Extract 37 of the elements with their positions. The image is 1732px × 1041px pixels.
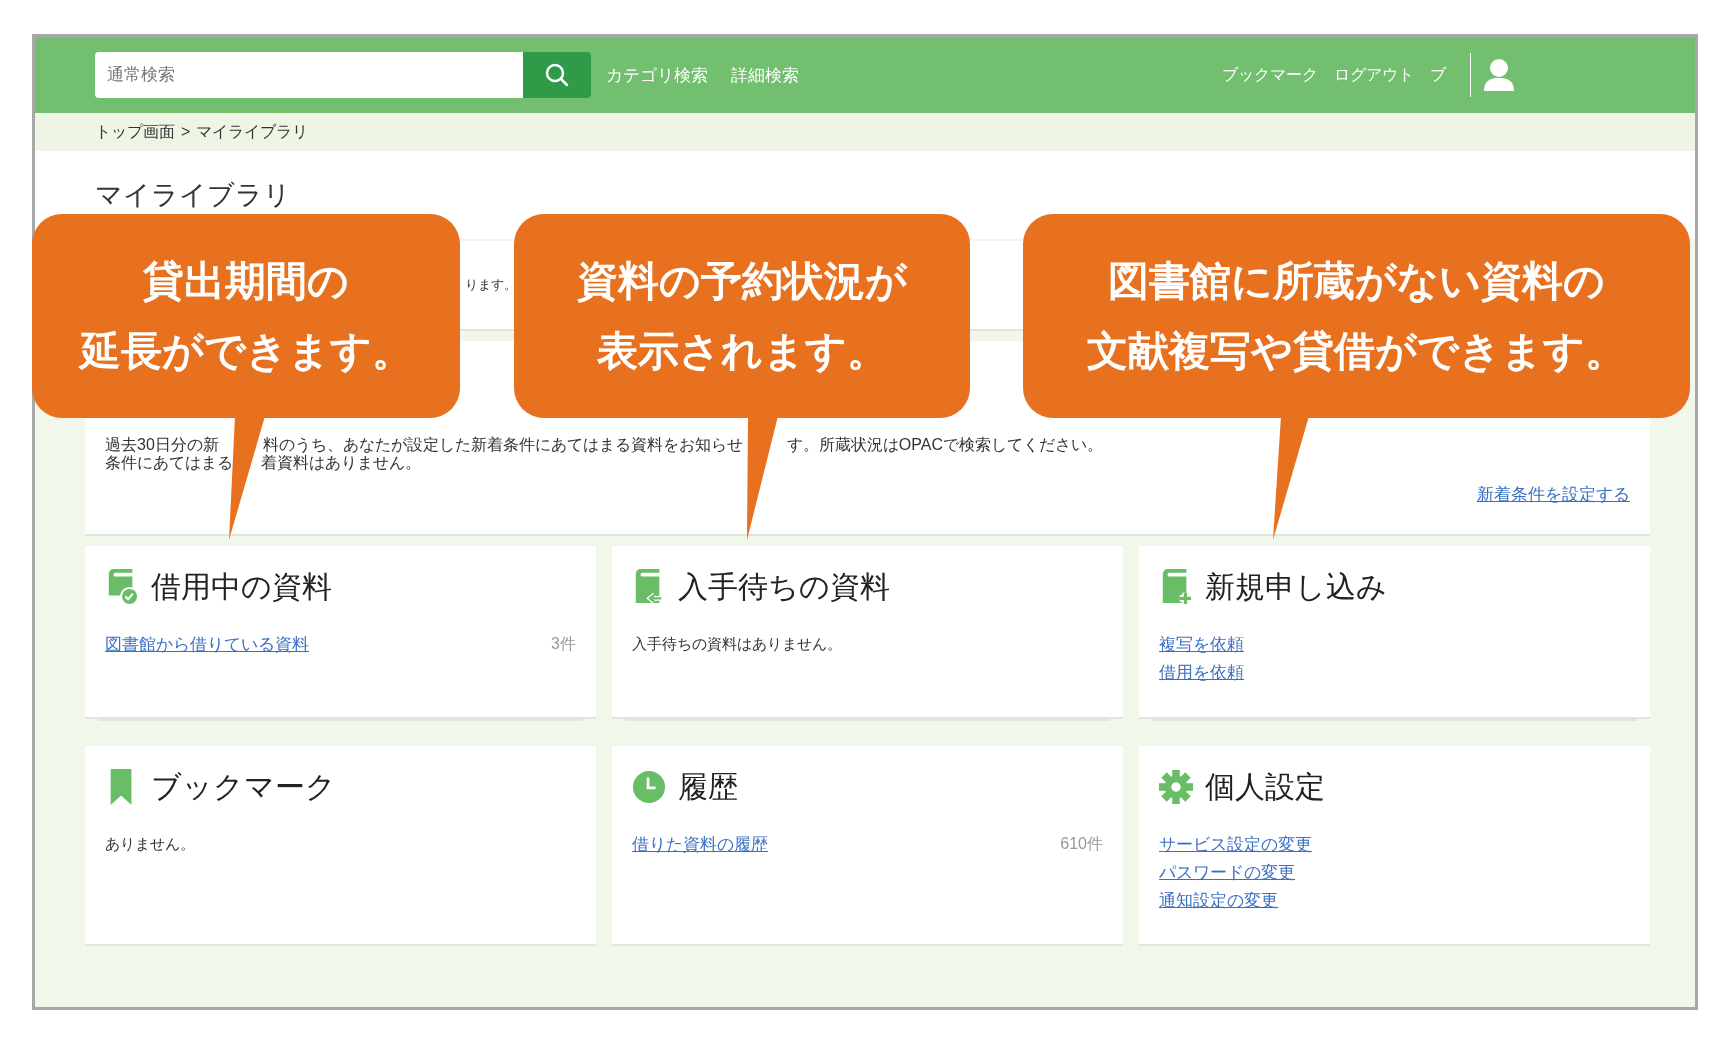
settings-icon xyxy=(1159,768,1193,806)
info-text: 料のうち、あなたが設定した新着条件にあてはまる資料をお知らせ xyxy=(262,436,743,454)
card-title: ブックマーク xyxy=(151,768,336,805)
search-field[interactable]: 通常検索 xyxy=(95,52,523,98)
card-link[interactable]: 借用を依頼 xyxy=(1159,660,1244,684)
search-button[interactable] xyxy=(523,52,591,98)
card-link[interactable]: パスワードの変更 xyxy=(1159,860,1295,884)
notice-text: ります。 xyxy=(465,276,517,294)
settings-link[interactable]: 新着条件を設定する xyxy=(1477,483,1630,506)
breadcrumb-separator: > xyxy=(181,123,191,141)
callout-bubble: 資料の予約状況が 表示されます。 xyxy=(514,214,970,418)
card-title: 入手待ちの資料 xyxy=(678,568,890,605)
clock-icon xyxy=(632,768,666,806)
search-icon xyxy=(544,62,570,88)
card-link[interactable]: サービス設定の変更 xyxy=(1159,832,1312,856)
info-text: 条件にあてはまる xyxy=(105,454,233,472)
callout-bubble: 貸出期間の 延長ができます。 xyxy=(32,214,460,418)
item-count: 610件 xyxy=(1060,833,1103,854)
callout-bubble: 図書館に所蔵がない資料の 文献複写や貸借ができます。 xyxy=(1023,214,1690,418)
breadcrumb-current: マイライブラリ xyxy=(196,121,309,142)
card-link[interactable]: 借りた資料の履歴 xyxy=(632,832,768,856)
card-title: 新規申し込み xyxy=(1205,568,1387,605)
card-title: 個人設定 xyxy=(1205,768,1325,805)
user-icon[interactable] xyxy=(1483,58,1515,92)
card-text: 入手待ちの資料はありません。 xyxy=(632,634,842,654)
info-text: す。所蔵状況はOPACで検索してください。 xyxy=(786,436,1103,454)
card-title: 借用中の資料 xyxy=(151,568,332,605)
card-link[interactable]: 通知設定の変更 xyxy=(1159,888,1278,912)
card-link[interactable]: 複写を依頼 xyxy=(1159,632,1244,656)
info-text: 着資料はありません。 xyxy=(261,454,421,472)
page-title: マイライブラリ xyxy=(95,179,291,212)
card-title: 履歴 xyxy=(678,768,738,805)
info-text: 過去30日分の新 xyxy=(105,436,219,454)
card-text: ありません。 xyxy=(105,834,195,854)
breadcrumb-link[interactable]: トップ画面 xyxy=(95,121,175,143)
item-count: 3件 xyxy=(551,633,576,654)
card-link[interactable]: 図書館から借りている資料 xyxy=(105,632,309,656)
